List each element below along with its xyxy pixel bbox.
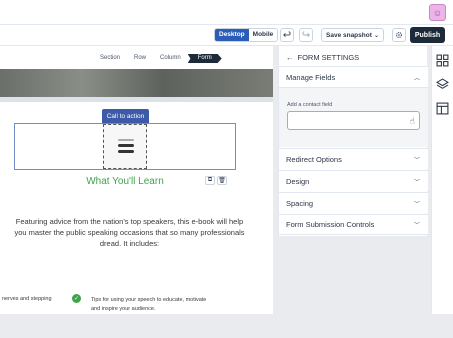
chevron-down-icon: ﹀	[413, 157, 420, 164]
gear-icon[interactable]	[392, 28, 406, 42]
arrow-left-icon[interactable]: ←	[286, 53, 294, 62]
user-avatar[interactable]: ☺	[429, 4, 446, 21]
hero-divider	[0, 97, 273, 102]
trash-icon[interactable]: 🗑	[217, 176, 227, 185]
section-label: Redirect Options	[286, 154, 342, 164]
save-snapshot-label: Save snapshot	[326, 31, 372, 39]
redo-icon[interactable]	[299, 28, 313, 42]
section-spacing[interactable]: Spacing ﹀	[279, 192, 428, 213]
add-field-label: Add a contact field	[287, 102, 333, 108]
publish-button[interactable]: Publish	[410, 27, 445, 43]
breadcrumb-column[interactable]: Column	[153, 54, 188, 63]
editor-canvas: Section Row Column Form Call to action W…	[0, 46, 273, 314]
manage-fields-label: Manage Fields	[286, 72, 336, 82]
grid-icon[interactable]	[436, 54, 449, 67]
save-snapshot-button[interactable]: Save snapshot ⌄	[321, 28, 384, 42]
duplicate-icon[interactable]: ⧉	[205, 176, 215, 185]
device-toggle: Desktop Mobile	[214, 28, 279, 42]
top-bar: ☺	[0, 0, 453, 25]
undo-icon[interactable]	[280, 28, 294, 42]
manage-fields-body: Add a contact field ☝	[279, 87, 428, 147]
panel-title: FORM SETTINGS	[297, 53, 360, 62]
section-redirect-options[interactable]: Redirect Options ﹀	[279, 148, 428, 169]
breadcrumb-form[interactable]: Form	[187, 54, 222, 63]
chevron-down-icon: ⌄	[373, 32, 379, 39]
hand-cursor-icon: ☝	[409, 116, 415, 126]
bullet-text-left: nerves and stepping	[2, 296, 52, 302]
placeholder-line	[118, 144, 134, 147]
breadcrumb-row[interactable]: Row	[127, 54, 153, 63]
mobile-button[interactable]: Mobile	[248, 29, 278, 41]
section-label: Spacing	[286, 198, 314, 208]
placeholder-line	[118, 150, 134, 153]
form-placeholder[interactable]	[103, 124, 147, 169]
section-form-submission-controls[interactable]: Form Submission Controls ﹀	[279, 214, 428, 235]
call-to-action-tag[interactable]: Call to action	[102, 109, 149, 123]
desktop-button[interactable]: Desktop	[215, 29, 249, 41]
section-label: Design	[286, 176, 310, 186]
check-icon: ✓	[72, 294, 81, 303]
panel-header[interactable]: ← FORM SETTINGS	[286, 53, 359, 62]
block-actions: ⧉ 🗑	[205, 176, 227, 185]
chevron-down-icon: ﹀	[413, 201, 420, 208]
intro-paragraph: Featuring advice from the nation's top s…	[14, 217, 245, 248]
icon-rail	[431, 46, 453, 314]
placeholder-line	[118, 139, 134, 141]
add-contact-field-input[interactable]: ☝	[287, 111, 420, 130]
breadcrumb-section[interactable]: Section	[93, 54, 127, 63]
breadcrumb: Section Row Column Form	[93, 54, 222, 63]
chevron-down-icon: ﹀	[413, 179, 420, 186]
manage-fields-header[interactable]: Manage Fields ︿	[279, 66, 428, 87]
chevron-up-icon: ︿	[413, 75, 420, 82]
layout-icon[interactable]	[436, 102, 449, 115]
section-label: Form Submission Controls	[286, 220, 375, 229]
bullet-text-right: Tips for using your speech to educate, m…	[91, 297, 207, 312]
chevron-down-icon: ﹀	[413, 223, 420, 229]
hero-image	[0, 69, 273, 97]
layers-icon[interactable]	[436, 78, 449, 91]
form-settings-panel: ← FORM SETTINGS Manage Fields ︿ Add a co…	[278, 46, 428, 236]
editor-toolbar: Desktop Mobile Save snapshot ⌄ Publish	[0, 25, 453, 46]
form-block[interactable]	[14, 123, 236, 170]
section-design[interactable]: Design ﹀	[279, 170, 428, 191]
